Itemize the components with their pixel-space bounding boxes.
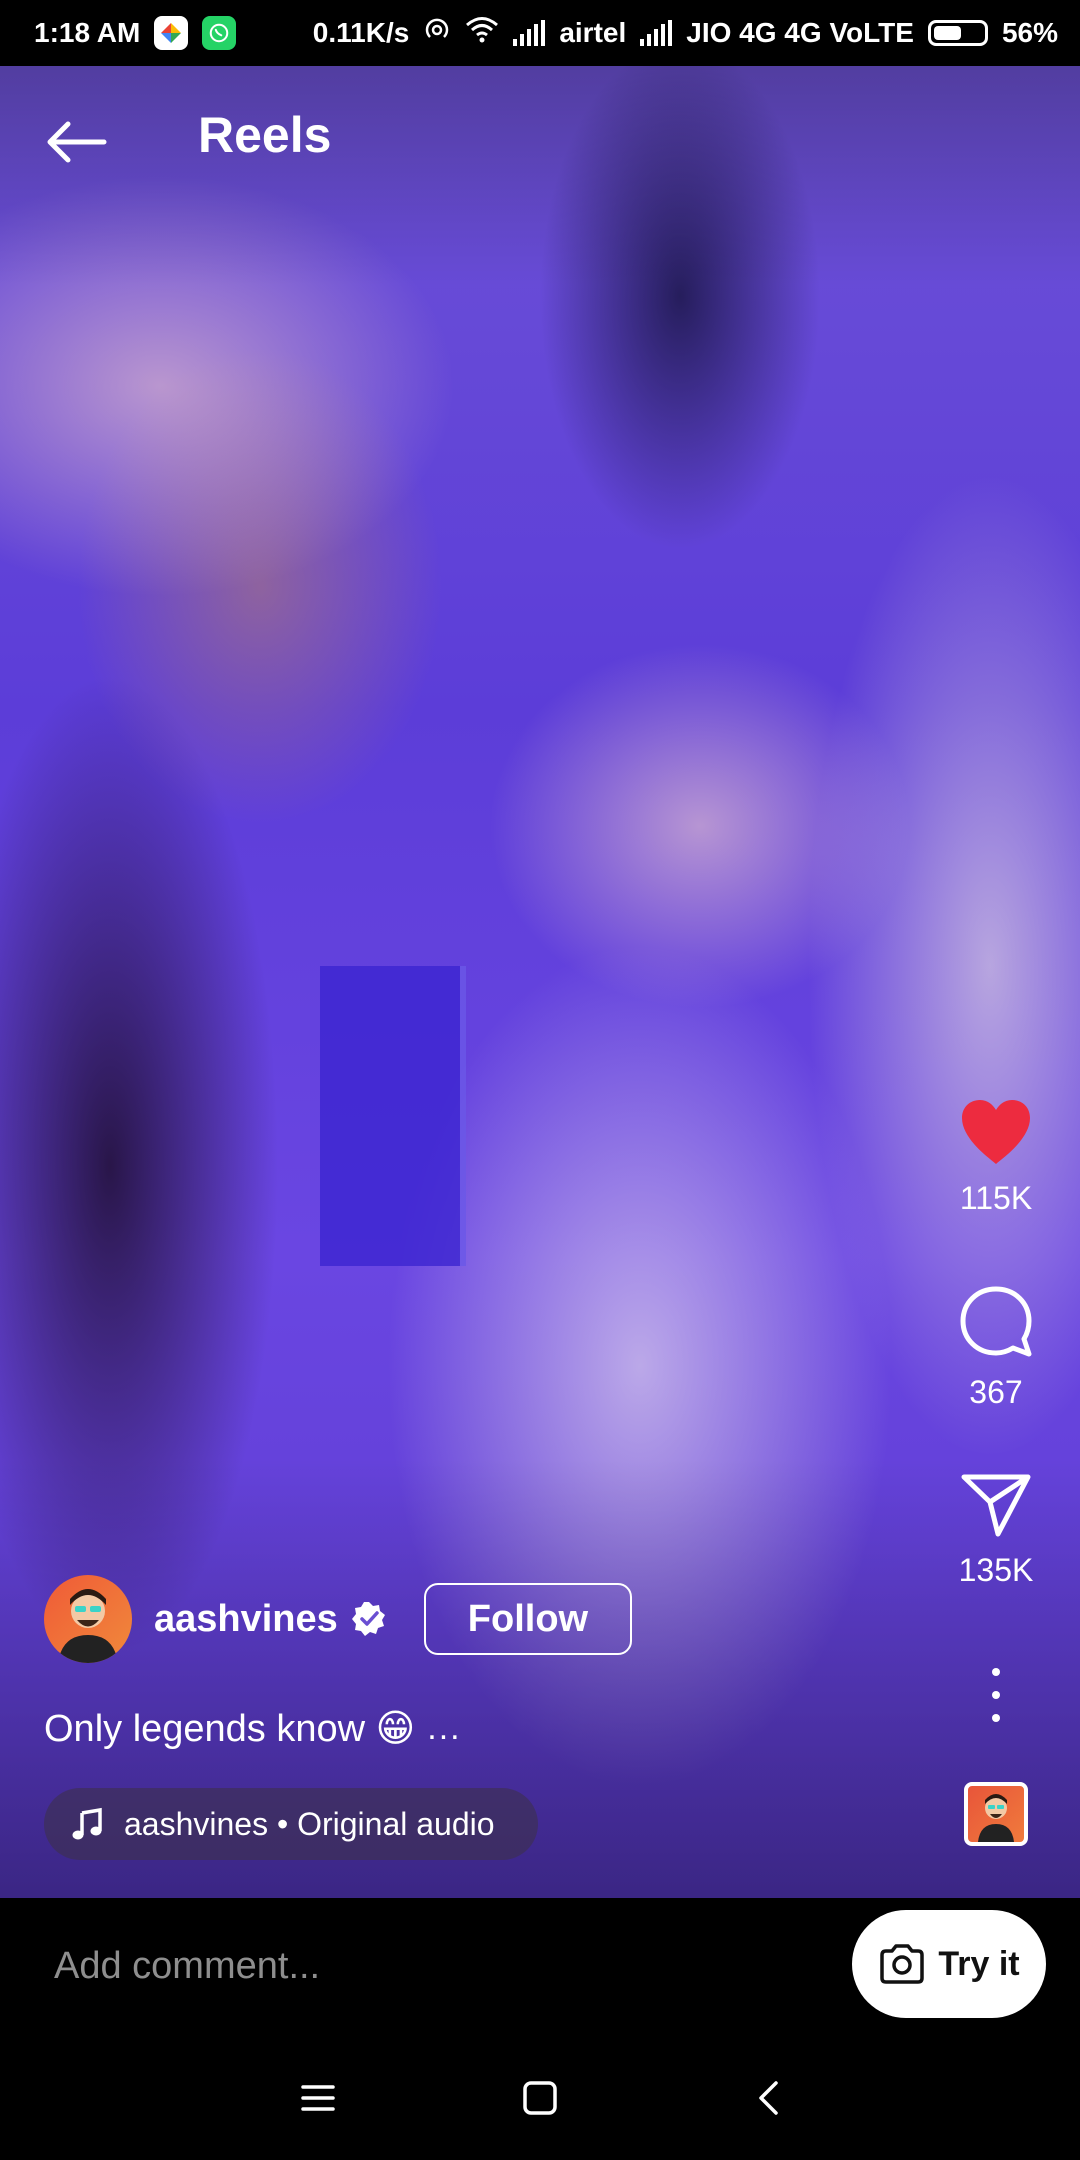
video-scene-element [320, 966, 466, 1266]
verified-badge-icon [351, 1602, 385, 1636]
status-bar: 1:18 AM 0.11K/s airtel JIO 4G 4G VoLTE 5… [0, 0, 1080, 66]
camera-icon [880, 1944, 925, 1984]
reels-header: Reels [0, 66, 1080, 226]
comment-count: 367 [969, 1374, 1023, 1410]
follow-button[interactable]: Follow [423, 1583, 633, 1655]
wifi-icon [465, 16, 499, 51]
arrow-left-icon [47, 121, 107, 163]
photos-icon [154, 16, 189, 50]
more-dot [992, 1691, 1000, 1699]
audio-label: aashvines • Original audio [124, 1805, 495, 1842]
back-button[interactable] [40, 114, 112, 170]
try-it-label: Try it [938, 1944, 1020, 1983]
caption-text: Only legends know 😁 [44, 1708, 416, 1750]
network-speed: 0.11K/s [312, 17, 410, 48]
audio-pill[interactable]: aashvines • Original audio [44, 1788, 538, 1860]
back-nav-button[interactable] [738, 2074, 798, 2122]
menu-icon [301, 2085, 335, 2111]
like-count: 115K [959, 1180, 1033, 1216]
share-count: 135K [958, 1552, 1034, 1588]
home-button[interactable] [510, 2074, 570, 2122]
more-options-button[interactable] [976, 1668, 1016, 1722]
avatar-thumbnail-icon [978, 1794, 1014, 1842]
comment-input[interactable]: Add comment... [54, 1936, 814, 1996]
profile-picture-icon [58, 1589, 118, 1663]
try-it-button[interactable]: Try it [852, 1910, 1046, 2018]
back-icon [759, 2081, 778, 2115]
page-title: Reels [198, 107, 332, 163]
hotspot-icon [423, 16, 451, 51]
audio-thumbnail[interactable] [964, 1782, 1028, 1846]
avatar[interactable] [44, 1575, 132, 1663]
reels-screen: 1:18 AM 0.11K/s airtel JIO 4G 4G VoLTE 5… [0, 0, 1080, 2160]
paper-plane-icon [961, 1474, 1031, 1537]
system-nav-bar [0, 2034, 1080, 2160]
battery-icon [927, 20, 988, 46]
comment-bar: Add comment... Try it [0, 1898, 1080, 2034]
caption[interactable]: Only legends know 😁 ... [44, 1706, 462, 1751]
whatsapp-icon [202, 16, 237, 50]
home-icon [523, 2081, 557, 2115]
music-note-icon [72, 1807, 102, 1840]
more-dot [992, 1668, 1000, 1676]
share-button[interactable]: 135K [946, 1472, 1046, 1589]
caption-more[interactable]: ... [427, 1709, 461, 1748]
signal-strength-icon [513, 20, 546, 46]
comment-button[interactable]: 367 [946, 1284, 1046, 1411]
comment-icon [960, 1286, 1032, 1357]
status-time: 1:18 AM [34, 17, 141, 48]
author-row: aashvines Follow [44, 1574, 633, 1664]
more-dot [992, 1714, 1000, 1722]
carrier-1: airtel [559, 17, 627, 48]
username[interactable]: aashvines [154, 1598, 338, 1641]
signal-strength-icon [640, 20, 673, 46]
heart-icon [962, 1100, 1030, 1164]
like-button[interactable]: 115K [946, 1098, 1046, 1217]
battery-percent: 56% [1001, 17, 1058, 48]
recent-apps-button[interactable] [288, 2074, 348, 2122]
carrier-2: JIO 4G 4G VoLTE [686, 17, 914, 48]
